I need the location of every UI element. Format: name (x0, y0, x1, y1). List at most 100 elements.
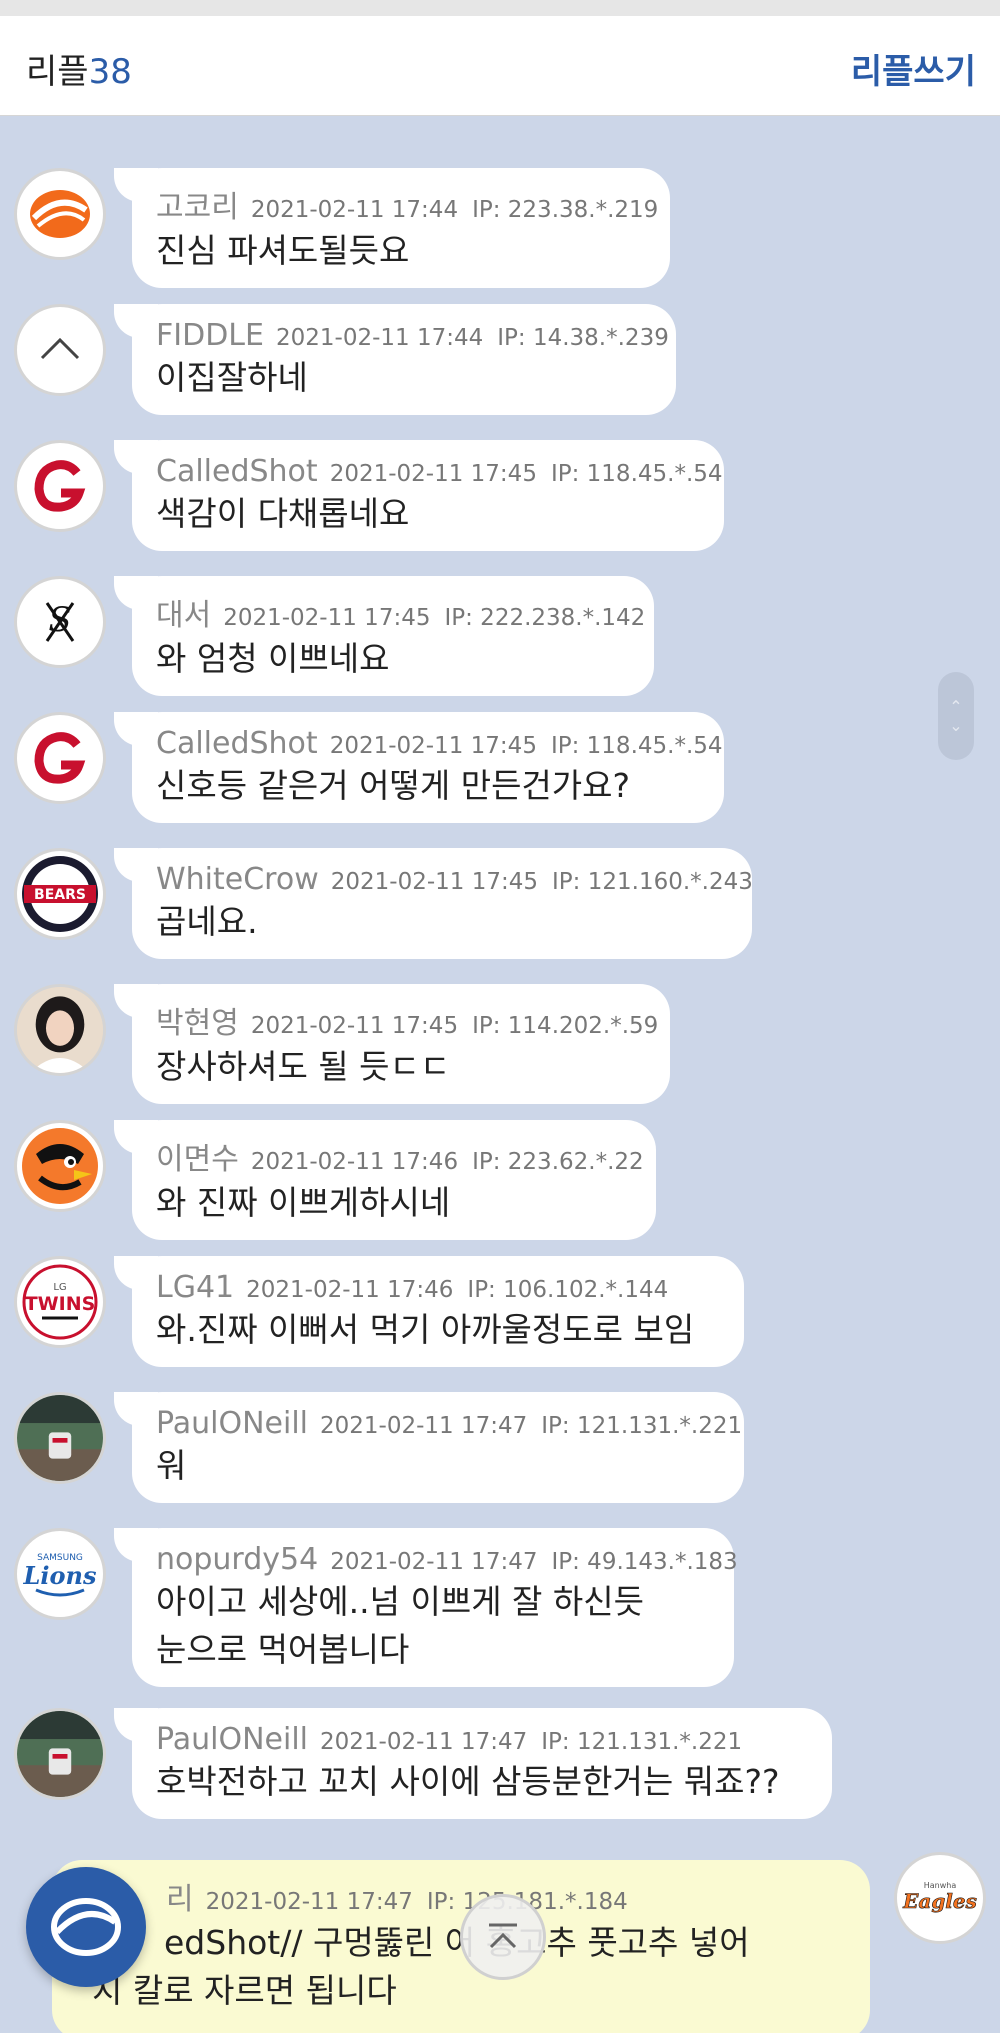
stadium-photo-avatar[interactable] (14, 1392, 106, 1484)
scroll-top-chevron-icon (489, 1923, 517, 1949)
comment-ip: IP: 223.38.*.219 (472, 197, 659, 223)
comment-nickname[interactable]: 이면수 (156, 1142, 239, 1177)
eagles-logo-text: Eagles (902, 1889, 977, 1913)
comment-bubble: PaulONeill 2021-02-11 17:47 IP: 121.131.*.… (114, 1392, 744, 1503)
comments-title: 리플38 (26, 44, 132, 93)
comment-nickname[interactable]: PaulONeill (156, 1406, 308, 1441)
comment-date: 2021-02-11 17:45 (330, 869, 539, 895)
comment-ip: IP: 14.38.*.239 (497, 325, 669, 351)
comment-nickname[interactable]: 고코리 (156, 190, 239, 225)
ball-logo-icon (51, 1898, 121, 1956)
comment-ip: IP: 118.45.*.54 (550, 461, 723, 487)
comment-date: 2021-02-11 17:44 (250, 197, 459, 223)
comment-bubble: CalledShot 2021-02-11 17:45 IP: 118.45.*.5… (114, 440, 724, 551)
comment-date: 2021-02-11 17:47 (320, 1729, 528, 1755)
scroll-up-chevron-icon[interactable]: ⌃ (949, 697, 962, 716)
chevron-up-avatar[interactable] (14, 304, 106, 396)
white-sox-logo-avatar[interactable]: S (14, 576, 106, 668)
comment-nickname[interactable]: LG41 (156, 1270, 234, 1305)
comment-text: 진심 파셔도될듯요 (156, 231, 410, 270)
comment-bubble: 고코리 2021-02-11 17:44 IP: 223.38.*.219 진심 파… (114, 168, 670, 288)
stadium-photo-icon (17, 1395, 103, 1481)
comment-text: 호박전하고 꼬치 사이에 삼등분한거는 뭐죠?? (156, 1762, 780, 1801)
lions-logo-avatar[interactable]: SAMSUNG Lions (14, 1528, 106, 1620)
stadium-photo-icon (17, 1711, 103, 1797)
orioles-logo-avatar[interactable] (14, 1120, 106, 1212)
comment-ip: IP: 121.131.*.221 (541, 1413, 743, 1439)
giants-g-logo-avatar[interactable] (14, 440, 106, 532)
bears-logo-text: BEARS (34, 887, 86, 903)
comment-text: 와.진짜 이뻐서 먹기 아까울정도로 보임 (156, 1310, 695, 1349)
comment-text-line-2: 눈으로 먹어봅니다 (156, 1630, 410, 1669)
comment-ip: IP: 222.238.*.142 (444, 605, 646, 631)
profile-photo-avatar[interactable] (14, 984, 106, 1076)
comments-header: 리플38 리플쓰기 (0, 16, 1000, 116)
stadium-photo-avatar[interactable] (14, 1708, 106, 1800)
comment-date: 2021-02-11 17:45 (223, 605, 431, 631)
comment-text: 이집잘하네 (156, 358, 308, 397)
comment-ip: IP: 121.131.*.221 (541, 1729, 743, 1755)
profile-photo-icon (17, 987, 103, 1073)
comment-bubble: CalledShot 2021-02-11 17:45 IP: 118.45.*.5… (114, 712, 724, 823)
write-reply-button[interactable]: 리플쓰기 (851, 44, 976, 93)
comment-text: 장사하셔도 될 듯ㄷㄷ (156, 1047, 451, 1086)
comment-date: 2021-02-11 17:45 (329, 733, 537, 759)
chevron-up-icon (40, 337, 80, 360)
giants-g-logo-icon (34, 460, 86, 512)
comment-date: 2021-02-11 17:45 (329, 461, 537, 487)
comment-nickname[interactable]: FIDDLE (156, 318, 264, 353)
comment-text: 신호등 같은거 어떻게 만든건가요? (156, 766, 631, 805)
comment-ip: IP: 121.160.*.243 (552, 869, 753, 895)
scroll-navigator[interactable]: ⌃ ⌄ (938, 672, 974, 760)
comment-nickname[interactable]: CalledShot (156, 726, 318, 761)
comment-bubble: PaulONeill 2021-02-11 17:47 IP: 121.131.*.… (114, 1708, 832, 1819)
status-strip (0, 0, 1000, 16)
comment-nickname[interactable]: CalledShot (156, 454, 318, 489)
comment-bubble: 이면수 2021-02-11 17:46 IP: 223.62.*.22 와 진짜 … (114, 1120, 656, 1240)
comment-bubble: LG41 2021-02-11 17:46 IP: 106.102.*.144 와.… (114, 1256, 744, 1367)
comment-date: 2021-02-11 17:45 (250, 1013, 459, 1039)
comment-date: 2021-02-11 17:47 (205, 1889, 413, 1915)
comment-date: 2021-02-11 17:47 (330, 1549, 538, 1575)
lions-logo-icon: SAMSUNG Lions (22, 1536, 98, 1612)
comment-ip: IP: 114.202.*.59 (472, 1013, 659, 1039)
twins-logo-avatar[interactable]: LG TWINS (14, 1256, 106, 1348)
comment-ip: IP: 106.102.*.144 (467, 1277, 669, 1303)
comment-date: 2021-02-11 17:46 (246, 1277, 454, 1303)
comment-text: 와 엄청 이쁘네요 (156, 639, 390, 678)
site-logo-button[interactable] (26, 1867, 146, 1987)
lions-logo-text: Lions (23, 1561, 97, 1590)
scroll-to-top-button[interactable] (460, 1894, 546, 1980)
comment-ip: IP: 49.143.*.183 (551, 1549, 738, 1575)
comment-ip: IP: 223.62.*.22 (472, 1149, 644, 1175)
comment-text: 색감이 다채롭네요 (156, 494, 410, 533)
lg-logo-text: LG (53, 1282, 66, 1293)
orange-ball-logo-avatar[interactable] (14, 168, 106, 260)
twins-logo-icon: LG TWINS (22, 1264, 98, 1340)
eagles-logo-avatar[interactable]: Hanwha Eagles (894, 1852, 986, 1944)
eagles-logo-icon: Hanwha Eagles (902, 1860, 978, 1936)
comment-date: 2021-02-11 17:47 (320, 1413, 528, 1439)
comment-bubble: nopurdy54 2021-02-11 17:47 IP: 49.143.*.18… (114, 1528, 738, 1687)
orange-ball-logo-icon (30, 190, 90, 238)
comment-nickname[interactable]: WhiteCrow (156, 862, 319, 897)
comment-date: 2021-02-11 17:46 (250, 1149, 459, 1175)
bears-logo-avatar[interactable]: BEARS (14, 848, 106, 940)
comment-bubble: FIDDLE 2021-02-11 17:44 IP: 14.38.*.239 이집… (114, 304, 676, 415)
scroll-down-chevron-icon[interactable]: ⌄ (949, 716, 962, 735)
comment-text: 곱네요. (156, 902, 258, 941)
comment-ip: IP: 118.45.*.54 (550, 733, 723, 759)
comment-bubble: WhiteCrow 2021-02-11 17:45 IP: 121.160.*.2… (114, 848, 753, 959)
comment-nickname[interactable]: 대서 (156, 598, 211, 633)
comment-nickname[interactable]: 리 (166, 1882, 194, 1917)
comment-nickname[interactable]: PaulONeill (156, 1722, 308, 1757)
giants-g-logo-avatar[interactable] (14, 712, 106, 804)
comment-bubble: 대서 2021-02-11 17:45 IP: 222.238.*.142 와 엄청… (114, 576, 654, 696)
white-sox-logo-icon: S (45, 600, 75, 642)
bears-logo-icon: BEARS (22, 856, 98, 932)
comment-nickname[interactable]: 박현영 (156, 1006, 239, 1041)
comment-date: 2021-02-11 17:44 (275, 325, 484, 351)
comment-text-line-1: 아이고 세상에..넘 이쁘게 잘 하신듯 (156, 1582, 644, 1621)
comments-title-label: 리플 (26, 52, 89, 92)
comment-nickname[interactable]: nopurdy54 (156, 1542, 318, 1577)
